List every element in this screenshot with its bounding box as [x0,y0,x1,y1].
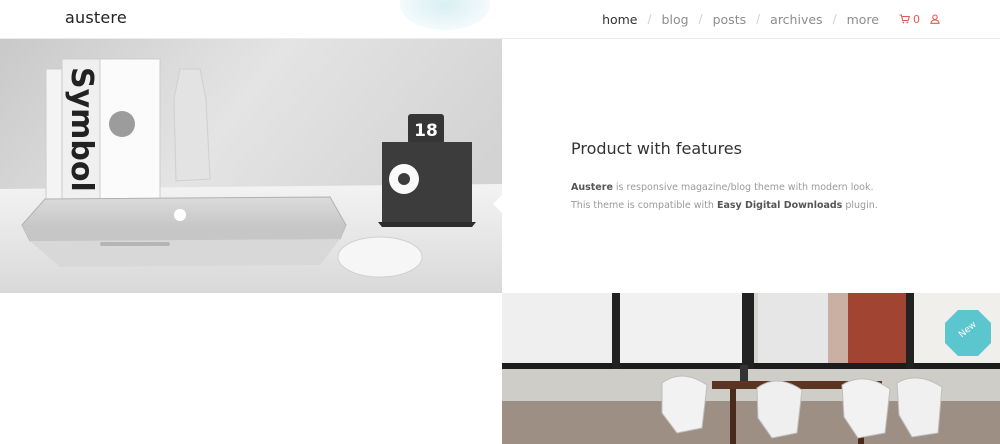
header-glow-decoration [400,0,490,30]
hero-desk-image: Symbol 18 [0,39,502,293]
site-logo[interactable]: austere [65,8,127,27]
nav-separator: / [698,12,703,26]
nav-posts[interactable]: posts [713,12,747,27]
feature-panel: Product with features Austere is respons… [502,39,1000,293]
nav-separator: / [756,12,761,26]
site-header: austere home / blog / posts / archives /… [0,0,1000,39]
edd-plugin-name: Easy Digital Downloads [716,200,843,211]
desc-line1: is responsive magazine/blog theme with m… [612,182,874,193]
book-spine-title: Symbol [64,67,99,192]
user-icon [930,14,940,24]
nav-separator: / [647,12,652,26]
empty-panel [0,293,502,444]
cart-icon [899,14,910,24]
nav-blog[interactable]: blog [662,12,689,27]
feature-description: Austere is responsive magazine/blog them… [571,179,951,215]
feature-pointer-arrow [493,195,502,213]
nav-archives[interactable]: archives [770,12,822,27]
nav-home[interactable]: home [602,12,637,27]
main-nav: home / blog / posts / archives / more 0 [602,0,1000,38]
desc-line2-end: plugin. [842,200,878,211]
new-badge[interactable]: New [943,308,993,358]
feature-title: Product with features [571,139,742,158]
desc-line2-start: This theme is compatible with [571,200,717,211]
account-link[interactable] [930,14,940,24]
nav-more[interactable]: more [847,12,879,27]
calendar-date: 18 [414,121,438,141]
brand-name: Austere [571,182,613,193]
room-image [502,293,1000,444]
nav-separator: / [832,12,837,26]
cart-link[interactable]: 0 [899,13,920,26]
cart-count: 0 [913,12,920,26]
page: austere home / blog / posts / archives /… [0,0,1000,444]
